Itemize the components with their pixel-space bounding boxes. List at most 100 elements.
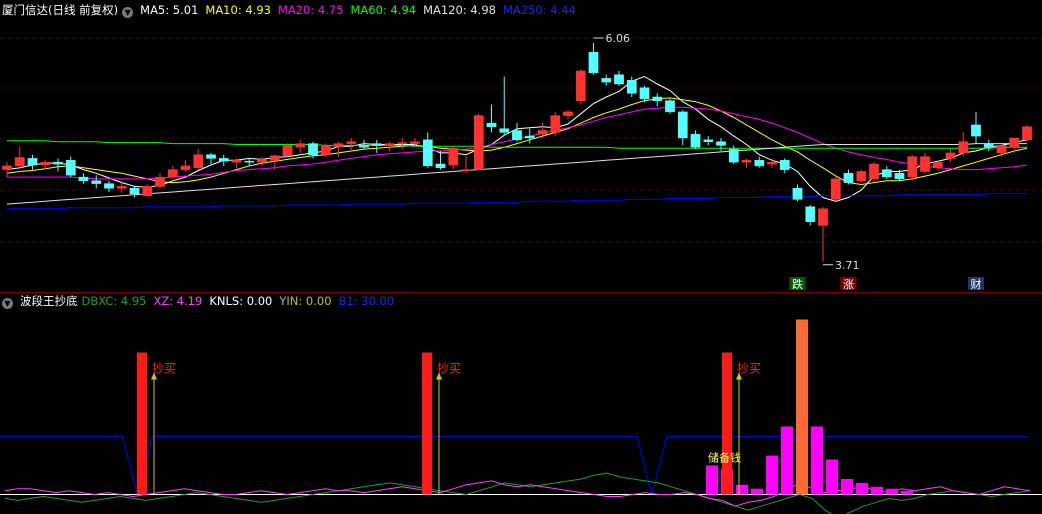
candle-body	[14, 157, 25, 167]
signal-bar	[722, 352, 732, 495]
candle-down	[218, 154, 229, 166]
candle-body	[269, 155, 280, 161]
candle-body	[231, 160, 242, 163]
candle-down	[65, 156, 76, 178]
candle-body	[614, 74, 624, 85]
candle-down	[652, 93, 663, 107]
candle-up	[295, 139, 306, 153]
candle-down	[499, 76, 510, 135]
candle-body	[295, 143, 306, 148]
candle-body	[792, 187, 803, 200]
candle-up	[563, 110, 573, 120]
candle-body	[129, 187, 140, 195]
candle-body	[830, 178, 841, 200]
candle-body	[716, 141, 726, 146]
candle-down	[677, 110, 688, 146]
candle-body	[958, 141, 969, 154]
candle-up	[575, 69, 586, 105]
candle-body	[843, 173, 854, 183]
candle-body	[65, 160, 76, 176]
candle-body	[206, 154, 216, 159]
candle-body	[971, 124, 981, 137]
candle-up	[767, 158, 777, 168]
candle-body	[53, 161, 63, 165]
candle-up	[384, 141, 395, 151]
candle-body	[703, 139, 714, 142]
sub-header: ▼ 波段王抄底 DBXC: 4.95 XZ: 4.19 KNLS: 0.00 YIN: 0…	[0, 292, 401, 310]
candle-body	[754, 160, 765, 167]
candle-body	[690, 133, 701, 148]
candle-down	[53, 158, 63, 172]
candle-body	[907, 156, 918, 178]
candle-up	[282, 143, 293, 157]
candle-body	[652, 96, 663, 101]
indicator-title: 波段王抄底	[20, 294, 78, 308]
candle-up	[346, 137, 357, 151]
histogram-bar	[736, 484, 748, 495]
ma5-label: MA5: 5.01	[140, 3, 199, 17]
candle-body	[155, 176, 165, 187]
yin-label: YIN: 0.00	[279, 294, 332, 308]
candle-down	[371, 139, 382, 153]
candle-up	[193, 149, 204, 170]
histogram-bar	[856, 482, 868, 495]
histogram-bar	[826, 459, 838, 495]
candle-up	[333, 141, 344, 157]
ma20-label: MA20: 4.75	[277, 3, 344, 17]
candle-body	[524, 135, 535, 139]
chevron-down-icon[interactable]: ▼	[2, 298, 13, 309]
candle-down	[512, 123, 522, 142]
candle-body	[142, 186, 153, 196]
candle-body	[359, 145, 369, 148]
event-marker: 跌	[792, 277, 803, 291]
candle-body	[499, 128, 510, 133]
candle-body	[779, 160, 790, 170]
candle-up	[167, 165, 178, 179]
candle-body	[932, 161, 943, 169]
candle-body	[818, 208, 828, 226]
candle-down	[805, 204, 816, 226]
candle-down	[27, 154, 38, 170]
candle-up	[448, 146, 459, 170]
candle-up	[461, 154, 471, 174]
candle-body	[257, 159, 267, 163]
candle-up	[920, 152, 930, 174]
candle-body	[728, 148, 739, 163]
candle-up	[996, 145, 1007, 157]
candle-body	[601, 78, 612, 83]
candle-down	[716, 137, 726, 151]
candle-body	[104, 183, 114, 189]
candle-body	[422, 139, 433, 167]
ma120-label: MA120: 4.98	[423, 3, 496, 17]
candle-up	[116, 182, 127, 193]
candle-up	[945, 149, 956, 163]
histogram-bar	[871, 486, 883, 495]
candle-up	[397, 137, 408, 150]
candle-body	[2, 165, 12, 170]
candle-down	[614, 70, 624, 86]
candle-body	[983, 143, 994, 148]
candle-body	[333, 143, 344, 147]
ma250-label: MA250: 4.44	[502, 3, 576, 17]
chevron-down-icon[interactable]: ▼	[122, 7, 134, 18]
candle-down	[779, 158, 790, 174]
histogram-bar	[751, 488, 763, 495]
histogram-bar	[706, 465, 718, 495]
candle-body	[308, 143, 318, 156]
candle-up	[473, 113, 484, 170]
candle-down	[435, 151, 446, 170]
candle-down	[843, 169, 854, 185]
signal-label: 抄买	[152, 362, 176, 376]
histogram-bar	[841, 479, 853, 495]
candle-body	[218, 158, 229, 162]
candle-down	[754, 156, 765, 168]
candle-body	[78, 176, 89, 182]
candle-body	[945, 152, 956, 159]
candle-up	[14, 146, 25, 170]
candle-body	[244, 160, 255, 163]
candle-body	[448, 147, 459, 166]
candle-up	[907, 154, 918, 181]
candle-body	[856, 171, 867, 182]
candle-body	[346, 141, 357, 144]
price-annotation: 3.71	[835, 259, 860, 272]
